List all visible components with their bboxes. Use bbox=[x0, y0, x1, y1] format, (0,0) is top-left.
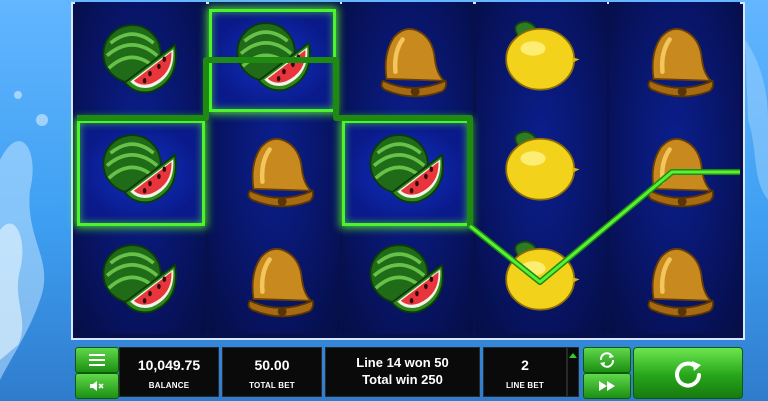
total-bet-value: 50.00 bbox=[254, 357, 290, 373]
total-win-message: Total win 250 bbox=[362, 372, 443, 387]
bell-icon bbox=[630, 238, 720, 324]
balance-panel: 10,049.75 BALANCE bbox=[119, 347, 219, 397]
win-message-panel: Line 14 won 50 Total win 250 bbox=[325, 347, 480, 397]
watermelon-icon bbox=[368, 133, 445, 205]
control-bar: 10,049.75 BALANCE 50.00 TOTAL BET Line 1… bbox=[71, 345, 745, 401]
symbol-watermelon bbox=[209, 4, 340, 114]
autoplay-button[interactable] bbox=[583, 347, 631, 373]
symbol-watermelon bbox=[75, 6, 206, 116]
watermelon-icon bbox=[368, 243, 445, 315]
line-bet-stepper[interactable] bbox=[567, 347, 579, 397]
symbol-watermelon bbox=[342, 116, 473, 226]
lemon-icon bbox=[505, 240, 581, 311]
line-bet-panel[interactable]: 2 LINE BET bbox=[483, 347, 567, 397]
bell-icon bbox=[630, 18, 720, 104]
watermelon-icon bbox=[235, 21, 312, 93]
line-bet-value: 2 bbox=[521, 357, 529, 373]
bell-icon bbox=[230, 238, 320, 324]
watermelon-icon bbox=[101, 243, 178, 315]
bell-icon bbox=[363, 18, 453, 104]
turbo-button[interactable] bbox=[583, 373, 631, 399]
menu-button[interactable] bbox=[75, 347, 119, 373]
sound-mute-icon bbox=[90, 381, 104, 391]
lemon-icon bbox=[505, 130, 581, 201]
symbol-watermelon bbox=[75, 116, 206, 226]
autoplay-icon bbox=[599, 352, 615, 368]
menu-icon bbox=[89, 354, 105, 366]
symbol-lemon bbox=[476, 116, 607, 226]
total-bet-label: TOTAL BET bbox=[249, 381, 295, 390]
watermelon-icon bbox=[101, 133, 178, 205]
symbol-lemon bbox=[476, 226, 607, 336]
balance-label: BALANCE bbox=[148, 381, 190, 390]
chevron-up-icon[interactable] bbox=[568, 351, 578, 359]
bell-icon bbox=[230, 128, 320, 214]
line-bet-label: LINE BET bbox=[505, 381, 545, 390]
symbol-lemon bbox=[476, 6, 607, 116]
symbol-watermelon bbox=[75, 226, 206, 336]
symbol-bell bbox=[609, 226, 740, 336]
win-message-line: Line 14 won 50 bbox=[356, 355, 449, 370]
symbol-bell bbox=[609, 116, 740, 226]
symbol-bell bbox=[209, 116, 340, 226]
lemon-icon bbox=[505, 20, 581, 91]
watermelon-icon bbox=[101, 23, 178, 95]
balance-value: 10,049.75 bbox=[137, 357, 201, 373]
spin-button[interactable] bbox=[633, 347, 743, 399]
total-bet-panel[interactable]: 50.00 TOTAL BET bbox=[222, 347, 322, 397]
symbol-bell bbox=[342, 6, 473, 116]
symbol-bell bbox=[609, 6, 740, 116]
sound-button[interactable] bbox=[75, 373, 119, 399]
symbol-bell bbox=[209, 226, 340, 336]
spin-icon bbox=[675, 361, 701, 388]
fast-forward-icon bbox=[599, 381, 615, 391]
bell-icon bbox=[630, 128, 720, 214]
symbol-watermelon bbox=[342, 226, 473, 336]
